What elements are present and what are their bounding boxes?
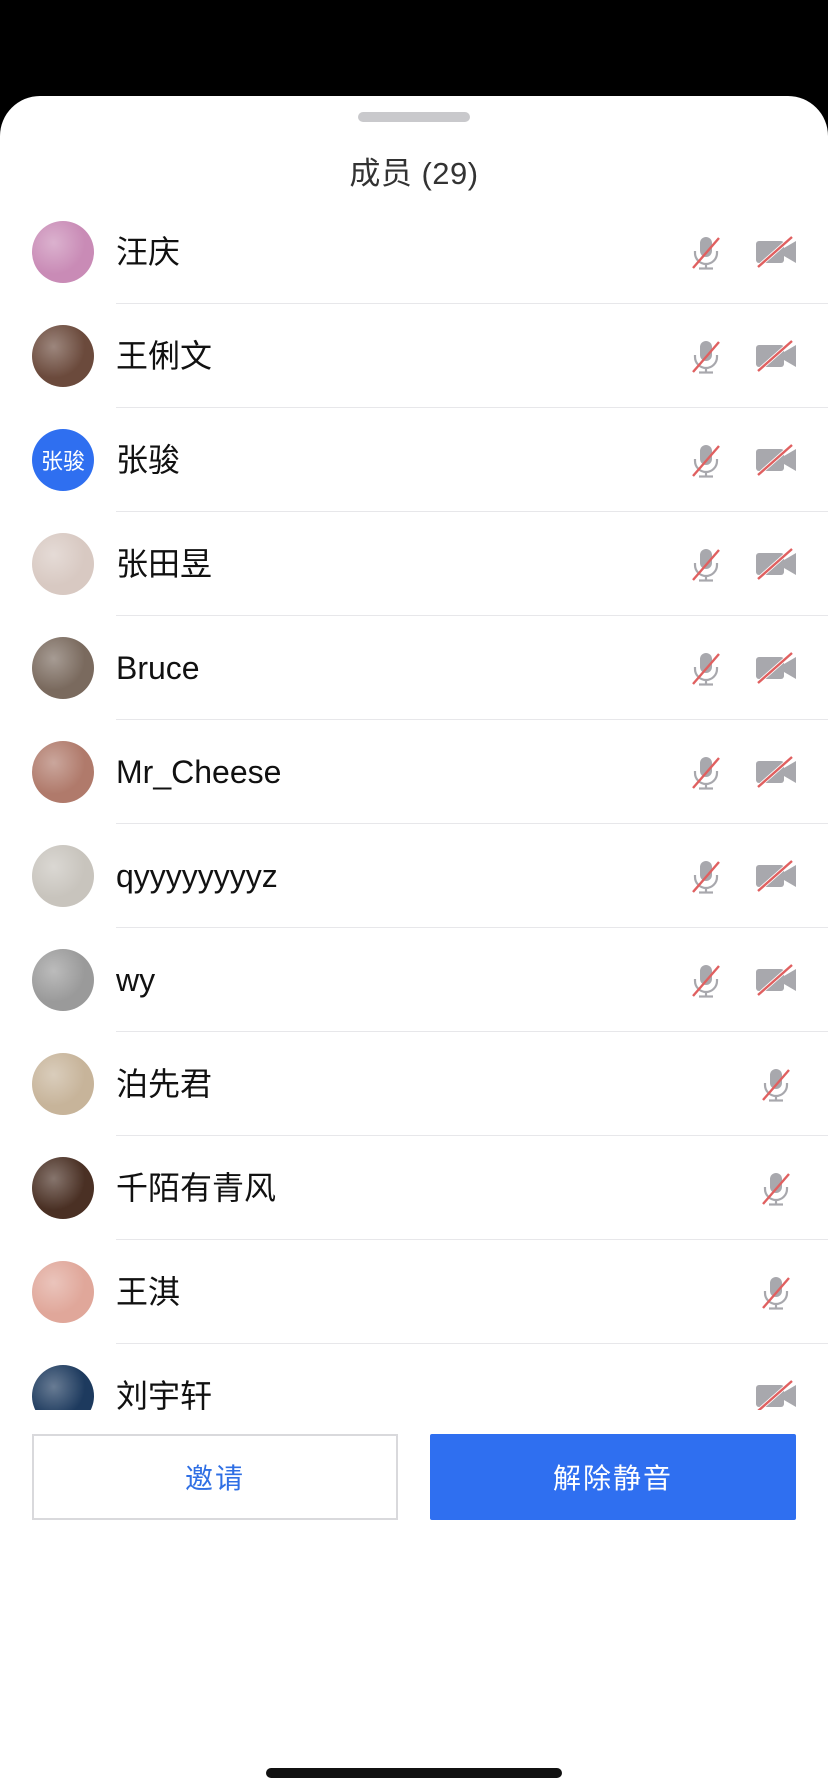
avatar bbox=[32, 325, 94, 387]
avatar bbox=[32, 949, 94, 1011]
mic-muted-icon bbox=[686, 336, 726, 376]
avatar bbox=[32, 845, 94, 907]
member-list[interactable]: 汪庆 王俐文 张骏 张骏 张田昱 Bruce Mr_Cheese qyyyyyy… bbox=[0, 200, 828, 1410]
member-name: 张骏 bbox=[116, 442, 181, 478]
member-name: 千陌有青风 bbox=[116, 1170, 277, 1206]
camera-off-icon bbox=[754, 544, 798, 584]
member-row[interactable]: 王俐文 bbox=[0, 304, 828, 408]
home-indicator bbox=[266, 1768, 562, 1778]
member-name: 王俐文 bbox=[116, 338, 213, 374]
mic-muted-icon bbox=[686, 544, 726, 584]
member-name: qyyyyyyyyz bbox=[116, 858, 278, 894]
member-row[interactable]: 汪庆 bbox=[0, 200, 828, 304]
member-row[interactable]: Bruce bbox=[0, 616, 828, 720]
mic-muted-icon bbox=[686, 752, 726, 792]
avatar bbox=[32, 1365, 94, 1410]
avatar bbox=[32, 637, 94, 699]
member-row[interactable]: Mr_Cheese bbox=[0, 720, 828, 824]
avatar: 张骏 bbox=[32, 429, 94, 491]
member-name: Mr_Cheese bbox=[116, 754, 282, 790]
member-row[interactable]: 张骏 张骏 bbox=[0, 408, 828, 512]
mic-muted-icon bbox=[756, 1168, 796, 1208]
avatar bbox=[32, 1157, 94, 1219]
avatar bbox=[32, 741, 94, 803]
camera-off-icon bbox=[754, 752, 798, 792]
member-name: 泊先君 bbox=[116, 1066, 213, 1102]
camera-off-icon bbox=[754, 232, 798, 272]
footer-bar: 邀请 解除静音 bbox=[0, 1412, 828, 1792]
camera-off-icon bbox=[754, 336, 798, 376]
sheet-grabber[interactable] bbox=[358, 112, 470, 122]
member-name: wy bbox=[116, 962, 156, 998]
avatar bbox=[32, 221, 94, 283]
member-row[interactable]: 张田昱 bbox=[0, 512, 828, 616]
member-name: 汪庆 bbox=[116, 234, 181, 270]
mic-muted-icon bbox=[756, 1272, 796, 1312]
mic-muted-icon bbox=[756, 1064, 796, 1104]
camera-off-icon bbox=[754, 440, 798, 480]
member-row[interactable]: wy bbox=[0, 928, 828, 1032]
camera-off-icon bbox=[754, 1376, 798, 1410]
member-row[interactable]: 刘宇轩 bbox=[0, 1344, 828, 1410]
page-title: 成员 (29) bbox=[349, 156, 479, 191]
member-row[interactable]: 千陌有青风 bbox=[0, 1136, 828, 1240]
mic-muted-icon bbox=[686, 856, 726, 896]
mic-muted-icon bbox=[686, 648, 726, 688]
avatar bbox=[32, 1053, 94, 1115]
unmute-button[interactable]: 解除静音 bbox=[430, 1434, 796, 1520]
camera-off-icon bbox=[754, 856, 798, 896]
member-name: 刘宇轩 bbox=[116, 1378, 213, 1410]
member-row[interactable]: qyyyyyyyyz bbox=[0, 824, 828, 928]
member-name: 王淇 bbox=[116, 1274, 181, 1310]
mic-muted-icon bbox=[686, 232, 726, 272]
member-row[interactable]: 泊先君 bbox=[0, 1032, 828, 1136]
camera-off-icon bbox=[754, 960, 798, 1000]
member-name: 张田昱 bbox=[116, 546, 213, 582]
avatar bbox=[32, 1261, 94, 1323]
member-row[interactable]: 王淇 bbox=[0, 1240, 828, 1344]
mic-muted-icon bbox=[686, 960, 726, 1000]
avatar bbox=[32, 533, 94, 595]
members-sheet: 成员 (29) 汪庆 王俐文 张骏 张骏 张田昱 Bruce Mr_Cheese… bbox=[0, 96, 828, 1792]
mic-muted-icon bbox=[686, 440, 726, 480]
invite-button[interactable]: 邀请 bbox=[32, 1434, 398, 1520]
screen: 成员 (29) 汪庆 王俐文 张骏 张骏 张田昱 Bruce Mr_Cheese… bbox=[0, 0, 828, 1792]
member-name: Bruce bbox=[116, 650, 200, 686]
camera-off-icon bbox=[754, 648, 798, 688]
